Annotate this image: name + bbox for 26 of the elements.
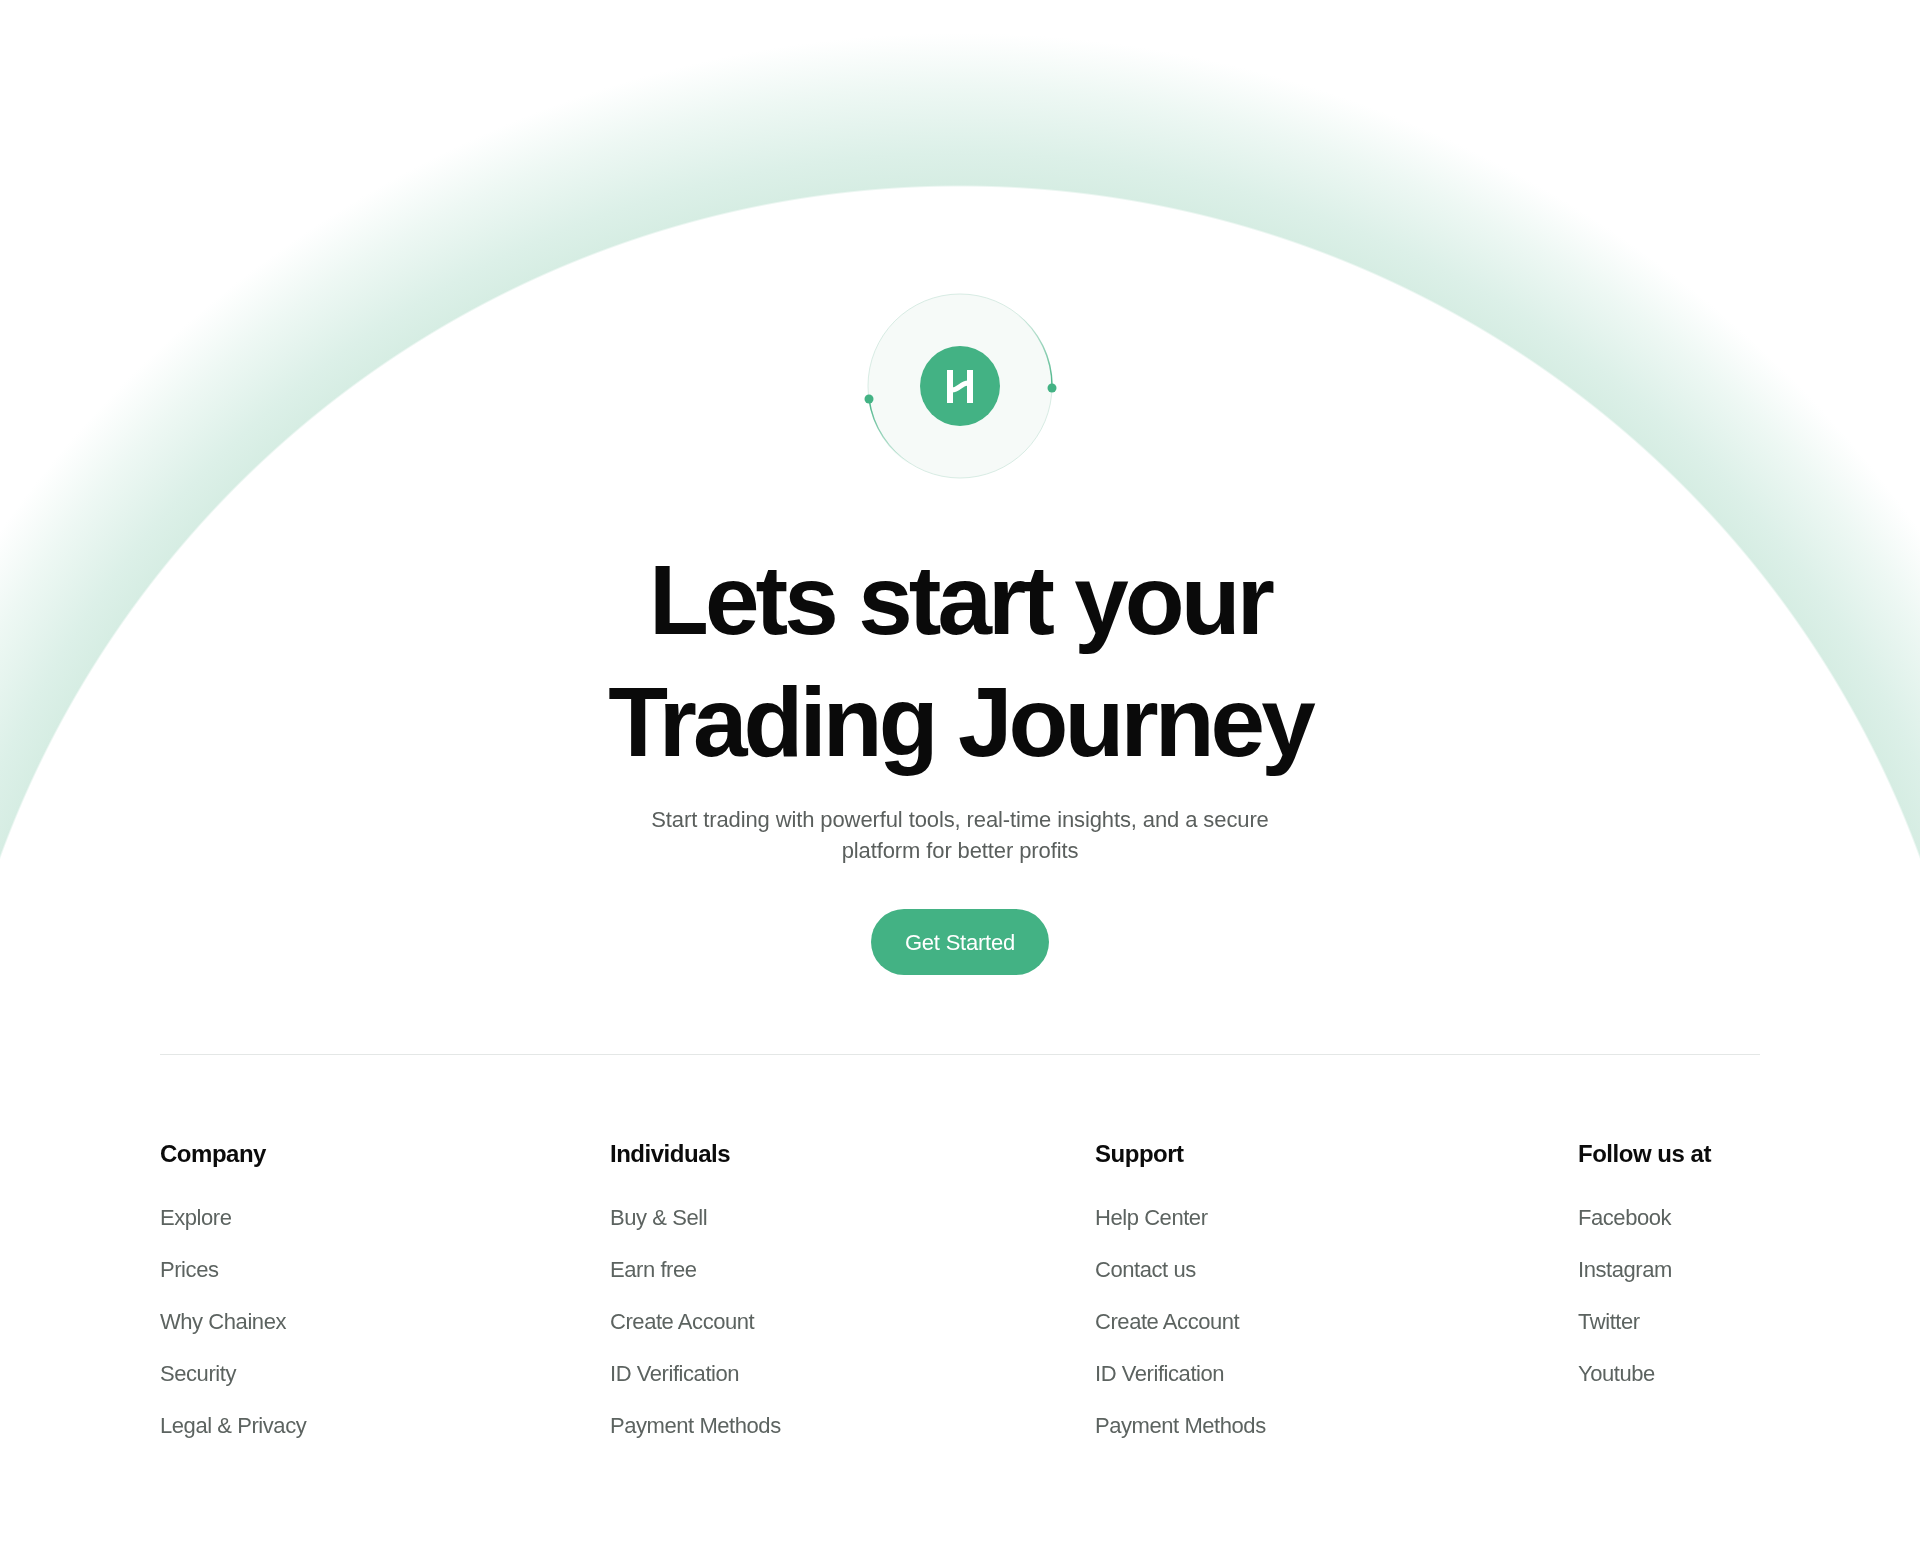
footer-link[interactable]: Youtube	[1578, 1361, 1655, 1386]
footer-link[interactable]: Create Account	[610, 1309, 755, 1334]
footer-link[interactable]: Explore	[160, 1205, 232, 1230]
footer-link[interactable]: Facebook	[1578, 1205, 1672, 1230]
footer-link[interactable]: ID Verification	[1095, 1361, 1225, 1386]
footer-link[interactable]: Legal & Privacy	[160, 1413, 307, 1438]
footer-link[interactable]: Contact us	[1095, 1257, 1196, 1282]
logo-icon	[920, 346, 1000, 426]
footer-heading: Follow us at	[1578, 1139, 1711, 1169]
footer-link[interactable]: Prices	[160, 1257, 219, 1282]
hero-heading: Lets start your Trading Journey	[607, 544, 1314, 779]
footer-link[interactable]: Security	[160, 1361, 236, 1386]
footer-link[interactable]: ID Verification	[610, 1361, 740, 1386]
footer-heading: Company	[160, 1139, 266, 1169]
footer-link[interactable]: Buy & Sell	[610, 1205, 708, 1230]
footer-heading: Support	[1095, 1139, 1184, 1169]
footer-link[interactable]: Create Account	[1095, 1309, 1240, 1334]
footer-link[interactable]: Why Chainex	[160, 1309, 286, 1334]
hero-subtitle: Start trading with powerful tools, real-time insights, and a secure platform for better profits	[650, 806, 1270, 865]
footer-link[interactable]: Help Center	[1095, 1205, 1208, 1230]
footer-link[interactable]: Instagram	[1578, 1257, 1672, 1282]
footer-heading: Individuals	[610, 1139, 731, 1169]
footer-link[interactable]: Payment Methods	[1095, 1413, 1266, 1438]
footer-link[interactable]: Payment Methods	[610, 1413, 781, 1438]
footer-link[interactable]: Twitter	[1578, 1309, 1640, 1334]
footer-link[interactable]: Earn free	[610, 1257, 697, 1282]
